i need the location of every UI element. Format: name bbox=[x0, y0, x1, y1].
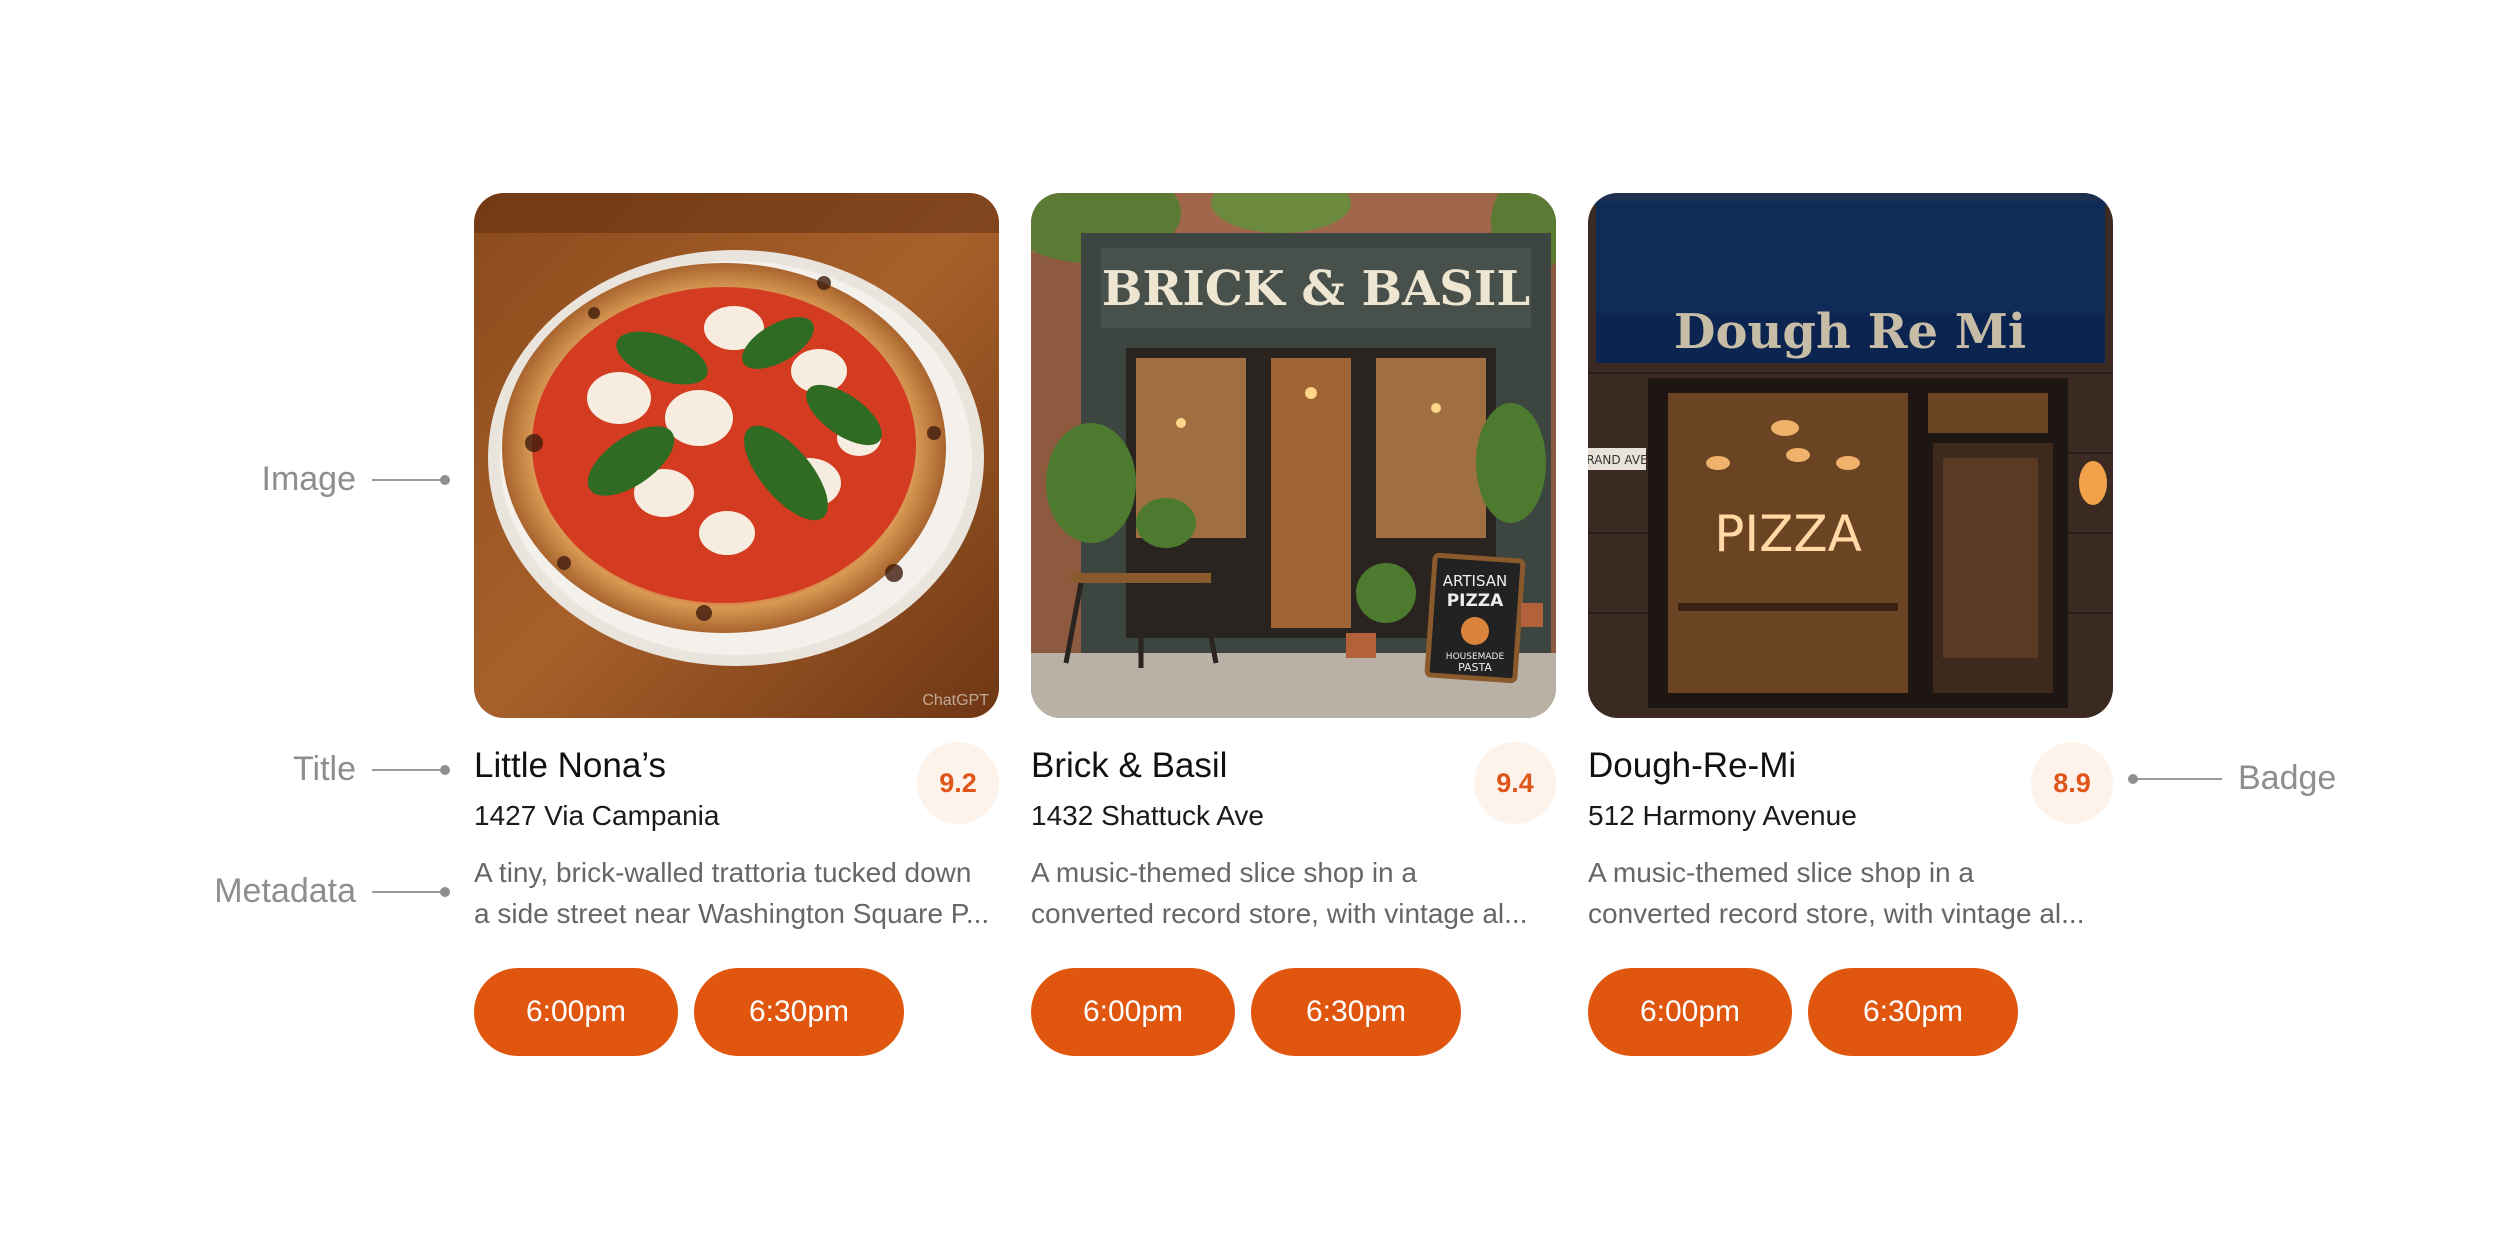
board-text: ARTISAN bbox=[1443, 572, 1507, 590]
restaurant-title[interactable]: Brick & Basil bbox=[1031, 746, 1227, 786]
storefront-photo: Dough Re Mi PIZZA RAND AVE bbox=[1588, 193, 2113, 718]
restaurant-image[interactable]: Dough Re Mi PIZZA RAND AVE bbox=[1588, 193, 2113, 718]
restaurant-address: 512 Harmony Avenue bbox=[1588, 800, 1857, 831]
annotation-image: Image bbox=[200, 460, 450, 499]
restaurant-card[interactable]: Dough Re Mi PIZZA RAND AVE Dough-Re-Mi 5… bbox=[1588, 193, 2113, 1056]
board-text: PIZZA bbox=[1447, 591, 1504, 611]
annotation-dot bbox=[440, 764, 450, 775]
annotation-leader-line bbox=[372, 764, 450, 775]
annotation-dot bbox=[440, 886, 450, 897]
restaurant-card[interactable]: ChatGPT Little Nona’s 1427 Via Campania … bbox=[474, 193, 999, 1056]
restaurant-image[interactable]: ChatGPT bbox=[474, 193, 999, 718]
annotation-leader-line bbox=[372, 886, 450, 897]
annotation-label: Image bbox=[261, 460, 357, 498]
reservation-times: 6:00pm 6:30pm bbox=[1031, 968, 1556, 1056]
restaurant-address: 1427 Via Campania bbox=[474, 800, 720, 831]
description-line: converted record store, with vintage al.… bbox=[1031, 898, 1528, 929]
time-slot-button[interactable]: 6:30pm bbox=[1808, 968, 2018, 1056]
restaurant-title[interactable]: Dough-Re-Mi bbox=[1588, 746, 1796, 786]
card-header: Little Nona’s 1427 Via Campania 9.2 bbox=[474, 742, 999, 838]
rating-badge: 9.4 bbox=[1474, 742, 1556, 824]
description-line: a side street near Washington Square P..… bbox=[474, 898, 990, 929]
time-slot-button[interactable]: 6:30pm bbox=[694, 968, 904, 1056]
reservation-times: 6:00pm 6:30pm bbox=[1588, 968, 2113, 1056]
annotation-badge: Badge bbox=[2128, 759, 2337, 798]
storefront-photo: BRICK & BASIL ARTISAN PIZZA HOUSEMADE PA… bbox=[1031, 193, 1556, 718]
restaurant-description: A music-themed slice shop in a converted… bbox=[1031, 852, 1556, 934]
description-line: converted record store, with vintage al.… bbox=[1588, 898, 2085, 929]
pizza-photo bbox=[474, 193, 999, 718]
description-line: A music-themed slice shop in a bbox=[1588, 857, 1974, 888]
annotation-dot bbox=[440, 474, 450, 485]
restaurant-showcase: Image Title Metadata Badge ChatGPT Littl… bbox=[0, 0, 2514, 1236]
annotation-title: Title bbox=[200, 750, 450, 789]
restaurant-card[interactable]: BRICK & BASIL ARTISAN PIZZA HOUSEMADE PA… bbox=[1031, 193, 1556, 1056]
restaurant-title[interactable]: Little Nona’s bbox=[474, 746, 666, 786]
rating-badge: 9.2 bbox=[917, 742, 999, 824]
street-sign-text: RAND AVE bbox=[1588, 453, 1648, 467]
annotation-label: Badge bbox=[2238, 759, 2337, 797]
annotation-leader-line bbox=[2128, 773, 2222, 784]
neon-text: PIZZA bbox=[1714, 505, 1862, 563]
sign-text: Dough Re Mi bbox=[1674, 304, 2026, 360]
restaurant-description: A tiny, brick-walled trattoria tucked do… bbox=[474, 852, 999, 934]
restaurant-address: 1432 Shattuck Ave bbox=[1031, 800, 1264, 831]
time-slot-button[interactable]: 6:00pm bbox=[1588, 968, 1792, 1056]
description-line: A tiny, brick-walled trattoria tucked do… bbox=[474, 857, 972, 888]
annotation-dot bbox=[2128, 773, 2138, 784]
annotation-leader-line bbox=[372, 474, 450, 485]
time-slot-button[interactable]: 6:30pm bbox=[1251, 968, 1461, 1056]
sign-text: BRICK & BASIL bbox=[1102, 261, 1530, 317]
reservation-times: 6:00pm 6:30pm bbox=[474, 968, 999, 1056]
time-slot-button[interactable]: 6:00pm bbox=[1031, 968, 1235, 1056]
restaurant-image[interactable]: BRICK & BASIL ARTISAN PIZZA HOUSEMADE PA… bbox=[1031, 193, 1556, 718]
annotation-label: Metadata bbox=[214, 872, 356, 910]
card-header: Dough-Re-Mi 512 Harmony Avenue 8.9 bbox=[1588, 742, 2113, 838]
restaurant-description: A music-themed slice shop in a converted… bbox=[1588, 852, 2113, 934]
board-text: PASTA bbox=[1458, 661, 1492, 674]
annotation-metadata: Metadata bbox=[150, 872, 450, 911]
time-slot-button[interactable]: 6:00pm bbox=[474, 968, 678, 1056]
image-watermark: ChatGPT bbox=[922, 692, 989, 709]
description-line: A music-themed slice shop in a bbox=[1031, 857, 1417, 888]
rating-badge: 8.9 bbox=[2031, 742, 2113, 824]
card-header: Brick & Basil 1432 Shattuck Ave 9.4 bbox=[1031, 742, 1556, 838]
annotation-label: Title bbox=[293, 750, 356, 788]
